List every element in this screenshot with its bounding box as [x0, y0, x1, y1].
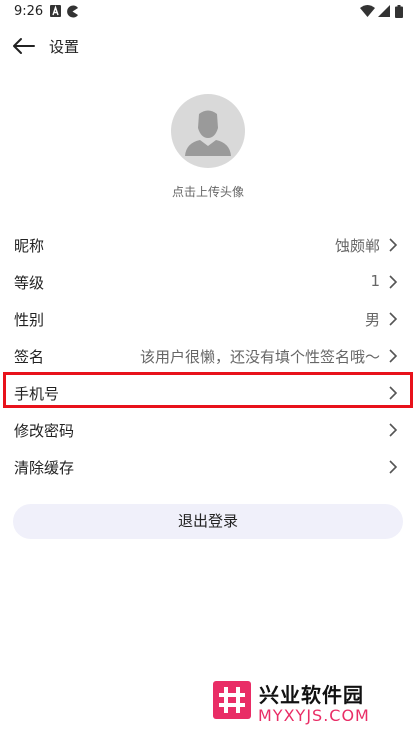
a-icon — [50, 5, 61, 17]
setting-row-level[interactable]: 等级 1 — [0, 263, 416, 300]
chevron-right-icon — [389, 423, 398, 437]
header: 设置 — [0, 26, 416, 66]
setting-row-change-password[interactable]: 修改密码 — [0, 411, 416, 448]
setting-row-nickname[interactable]: 昵称 蚀颇郸 — [0, 226, 416, 263]
watermark-logo — [213, 681, 251, 719]
setting-row-signature[interactable]: 签名 该用户很懒，还没有填个性签名哦～ — [0, 337, 416, 374]
person-silhouette-icon — [185, 110, 231, 156]
level-label: 等级 — [14, 274, 45, 292]
signature-value: 该用户很懒，还没有填个性签名哦～ — [139, 348, 380, 366]
watermark-domain: MYXYJS.COM — [258, 706, 370, 725]
chevron-right-icon — [389, 460, 398, 474]
nickname-label: 昵称 — [14, 237, 45, 255]
gender-value: 男 — [364, 311, 380, 329]
level-value: 1 — [370, 272, 380, 290]
pacman-icon — [67, 5, 78, 18]
watermark-name: 兴业软件园 — [259, 683, 364, 707]
status-bar: 9:26 — [0, 0, 416, 24]
phone-label: 手机号 — [14, 385, 60, 403]
change-password-label: 修改密码 — [14, 422, 75, 440]
logout-button[interactable]: 退出登录 — [13, 504, 403, 539]
chevron-right-icon — [389, 386, 398, 400]
setting-row-clear-cache[interactable]: 清除缓存 — [0, 448, 416, 485]
setting-row-phone[interactable]: 手机号 — [0, 374, 416, 411]
avatar-upload-caption[interactable]: 点击上传头像 — [0, 183, 416, 200]
nickname-value: 蚀颇郸 — [334, 237, 380, 255]
status-time: 9:26 — [14, 4, 44, 19]
arrow-left-icon[interactable] — [10, 34, 38, 58]
gender-label: 性别 — [14, 311, 45, 329]
clear-cache-label: 清除缓存 — [14, 459, 75, 477]
setting-row-gender[interactable]: 性别 男 — [0, 300, 416, 337]
signal-icon — [378, 5, 390, 17]
chevron-right-icon — [389, 312, 398, 326]
avatar[interactable] — [171, 94, 245, 168]
chevron-right-icon — [389, 238, 398, 252]
chevron-right-icon — [389, 275, 398, 289]
wifi-icon — [360, 5, 375, 17]
chevron-right-icon — [389, 349, 398, 363]
signature-label: 签名 — [14, 348, 45, 366]
page-title: 设置 — [49, 38, 80, 56]
battery-icon — [395, 5, 403, 18]
